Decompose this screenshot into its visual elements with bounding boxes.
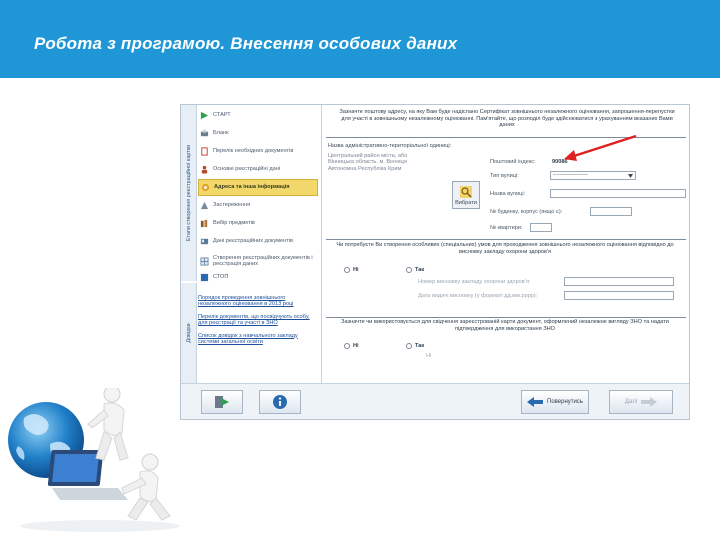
sidebar-item-warnings[interactable]: Застереження <box>198 197 318 214</box>
sidebar-item-label: Вибір предметів <box>213 220 255 227</box>
street-name-label: Назва вулиці: <box>490 191 526 197</box>
red-arrow-icon <box>564 134 637 161</box>
apartment-label: № квартири: <box>490 225 523 231</box>
divider <box>326 317 686 318</box>
building-input[interactable] <box>590 207 632 216</box>
radio-label: Ні <box>353 343 359 349</box>
info-button[interactable] <box>259 390 301 414</box>
choose-button-label: Вибрати <box>455 200 477 206</box>
next-button[interactable]: Далі <box>609 390 673 414</box>
radio-dot <box>406 267 412 273</box>
link-school-certificates[interactable]: Список довідок з навчального закладу сис… <box>198 333 318 346</box>
tab-registration-steps[interactable]: Етапи створення реєстраційної картки <box>181 105 197 281</box>
id-card-icon <box>200 238 209 245</box>
doc-yes-radio[interactable]: Так <box>406 343 424 349</box>
tab-references-label: Довідки <box>185 323 192 343</box>
sidebar-item-create-docs[interactable]: Створення реєстраційних документів і реє… <box>198 251 318 271</box>
special-yes-radio[interactable]: Так <box>406 267 424 273</box>
sidebar-item-label: Застереження <box>213 202 251 209</box>
radio-dot <box>406 343 412 349</box>
header-bar: Робота з програмою. Внесення особових да… <box>0 0 720 78</box>
sidebar-item-documents[interactable]: Перелік необхідних документів <box>198 143 318 160</box>
sidebar-item-basic-data[interactable]: Основні реєстраційні дані <box>198 161 318 178</box>
warning-icon <box>200 201 209 210</box>
chevron-down-icon <box>628 174 633 178</box>
sidebar-item-label: Адреса та інша інформація <box>214 184 290 191</box>
document-question: Зазначте чи використовується для свідчен… <box>341 319 669 332</box>
sidebar-item-stop[interactable]: СТОП <box>198 272 318 282</box>
tab-references[interactable]: Довідки <box>181 283 197 383</box>
exit-arrow-icon <box>215 396 229 408</box>
page-title: Робота з програмою. Внесення особових да… <box>34 34 458 53</box>
sidebar-menu: СТАРТ Бланк Перелік необхідних документі… <box>198 107 318 282</box>
magnifier-icon <box>460 186 472 198</box>
radio-label: Так <box>415 267 425 273</box>
play-icon <box>200 111 209 120</box>
admin-unit-label: Назва адміністративно-територіальної оди… <box>328 143 452 149</box>
radio-label: Так <box>415 343 425 349</box>
sidebar-item-subjects[interactable]: Вибір предметів <box>198 215 318 232</box>
sidebar-item-address[interactable]: Адреса та інша інформація <box>198 179 318 196</box>
info-icon <box>273 395 287 409</box>
grid-icon <box>200 256 209 266</box>
conclusion-number-input[interactable] <box>564 277 674 286</box>
conclusion-date-label: Дата видачі висновку (у форматі дд.мм.рр… <box>418 293 538 299</box>
sidebar-item-label: Дані реєстраційних документів <box>213 238 294 245</box>
sidebar-item-label: СТАРТ <box>213 112 231 119</box>
building-label: № будинку, корпус (якщо є): <box>490 209 563 215</box>
link-zno-procedure[interactable]: Порядок проведення зовнішнього незалежно… <box>198 295 318 308</box>
exit-button[interactable] <box>201 390 243 414</box>
address-icon <box>201 183 210 192</box>
conclusion-date-input[interactable] <box>564 291 674 300</box>
sidebar-item-blank[interactable]: Бланк <box>198 125 318 142</box>
sidebar-item-reg-documents[interactable]: Дані реєстраційних документів <box>198 233 318 250</box>
arrow-left-icon <box>527 397 543 407</box>
address-notice: Зазначте поштову адресу, на яку Вам буде… <box>339 109 675 129</box>
admin-unit-box[interactable]: Центральний район міста, або Вінницька о… <box>324 153 422 183</box>
choose-button[interactable]: Вибрати <box>452 181 480 209</box>
person-icon <box>201 165 208 174</box>
radio-label: Ні <box>353 267 359 273</box>
link-id-documents[interactable]: Перелік документів, що посвідчують особу… <box>198 314 318 327</box>
stop-icon <box>200 273 209 281</box>
next-button-label: Далі <box>624 399 638 405</box>
sidebar-item-label: Бланк <box>213 130 229 137</box>
bottom-toolbar: Повернутись Далі <box>181 383 689 419</box>
conclusion-number-label: Номер висновку закладу охорони здоров'я: <box>418 279 531 285</box>
slide: Робота з програмою. Внесення особових да… <box>0 0 720 540</box>
sidebar-item-label: СТОП <box>213 273 229 280</box>
special-no-radio[interactable]: Ні <box>344 267 359 273</box>
street-type-label: Тип вулиці: <box>490 173 519 179</box>
street-type-select[interactable]: --------------------- <box>550 171 636 180</box>
back-button[interactable]: Повернутись <box>521 390 589 414</box>
reference-links: Порядок проведення зовнішнього незалежно… <box>198 295 318 351</box>
books-icon <box>200 219 208 228</box>
arrow-right-icon <box>641 397 658 407</box>
sidebar-item-label: Перелік необхідних документів <box>213 148 294 155</box>
globe-people-illustration <box>8 388 180 532</box>
street-type-value: --------------------- <box>553 172 588 178</box>
sidebar-item-start[interactable]: СТАРТ <box>198 107 318 124</box>
tab-registration-steps-label: Етапи створення реєстраційної картки <box>185 144 192 242</box>
sidebar-item-label: Основні реєстраційні дані <box>213 166 281 173</box>
divider <box>326 239 686 240</box>
back-button-label: Повернутись <box>547 399 583 405</box>
doc-sub-label: Ні <box>426 353 432 359</box>
special-conditions-question: Чи потребуєте Ви створення особливих (сп… <box>336 242 674 255</box>
sidebar-item-label: Створення реєстраційних документів і реє… <box>213 254 313 267</box>
postcode-label: Поштовий індекс: <box>490 159 536 165</box>
doc-no-radio[interactable]: Ні <box>344 343 359 349</box>
apartment-input[interactable] <box>530 223 552 232</box>
radio-dot <box>344 267 350 273</box>
document-icon <box>201 147 208 156</box>
street-name-input[interactable] <box>550 189 686 198</box>
printer-icon <box>200 129 209 137</box>
radio-dot <box>344 343 350 349</box>
